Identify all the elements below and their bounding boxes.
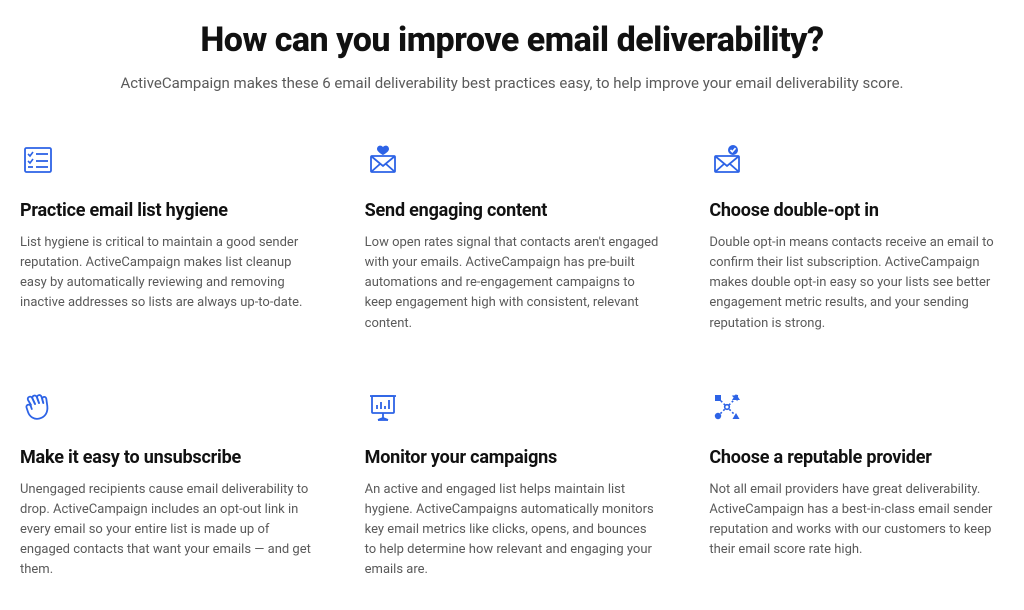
feature-body: An active and engaged list helps maintai… [365, 480, 660, 581]
checklist-icon [20, 142, 56, 178]
heart-envelope-icon [365, 142, 401, 178]
nodes-shapes-icon [709, 389, 745, 425]
feature-card: Make it easy to unsubscribe Unengaged re… [20, 389, 315, 581]
page-title: How can you improve email deliverability… [10, 20, 1014, 60]
feature-title: Monitor your campaigns [365, 447, 660, 468]
feature-card: Practice email list hygiene List hygiene… [20, 142, 315, 334]
feature-body: Double opt-in means contacts receive an … [709, 233, 1004, 334]
feature-body: Unengaged recipients cause email deliver… [20, 480, 315, 581]
check-envelope-icon [709, 142, 745, 178]
feature-card: Monitor your campaigns An active and eng… [365, 389, 660, 581]
features-grid: Practice email list hygiene List hygiene… [10, 142, 1014, 580]
feature-title: Choose a reputable provider [709, 447, 1004, 468]
page-subtitle: ActiveCampaign makes these 6 email deliv… [10, 74, 1014, 92]
presentation-chart-icon [365, 389, 401, 425]
feature-title: Choose double-opt in [709, 200, 1004, 221]
feature-body: List hygiene is critical to maintain a g… [20, 233, 315, 314]
feature-title: Send engaging content [365, 200, 660, 221]
page-header: How can you improve email deliverability… [10, 20, 1014, 92]
feature-card: Choose a reputable provider Not all emai… [709, 389, 1004, 581]
feature-title: Practice email list hygiene [20, 200, 315, 221]
feature-title: Make it easy to unsubscribe [20, 447, 315, 468]
feature-body: Low open rates signal that contacts aren… [365, 233, 660, 334]
feature-card: Choose double-opt in Double opt-in means… [709, 142, 1004, 334]
wave-hand-icon [20, 389, 56, 425]
feature-body: Not all email providers have great deliv… [709, 480, 1004, 561]
feature-card: Send engaging content Low open rates sig… [365, 142, 660, 334]
